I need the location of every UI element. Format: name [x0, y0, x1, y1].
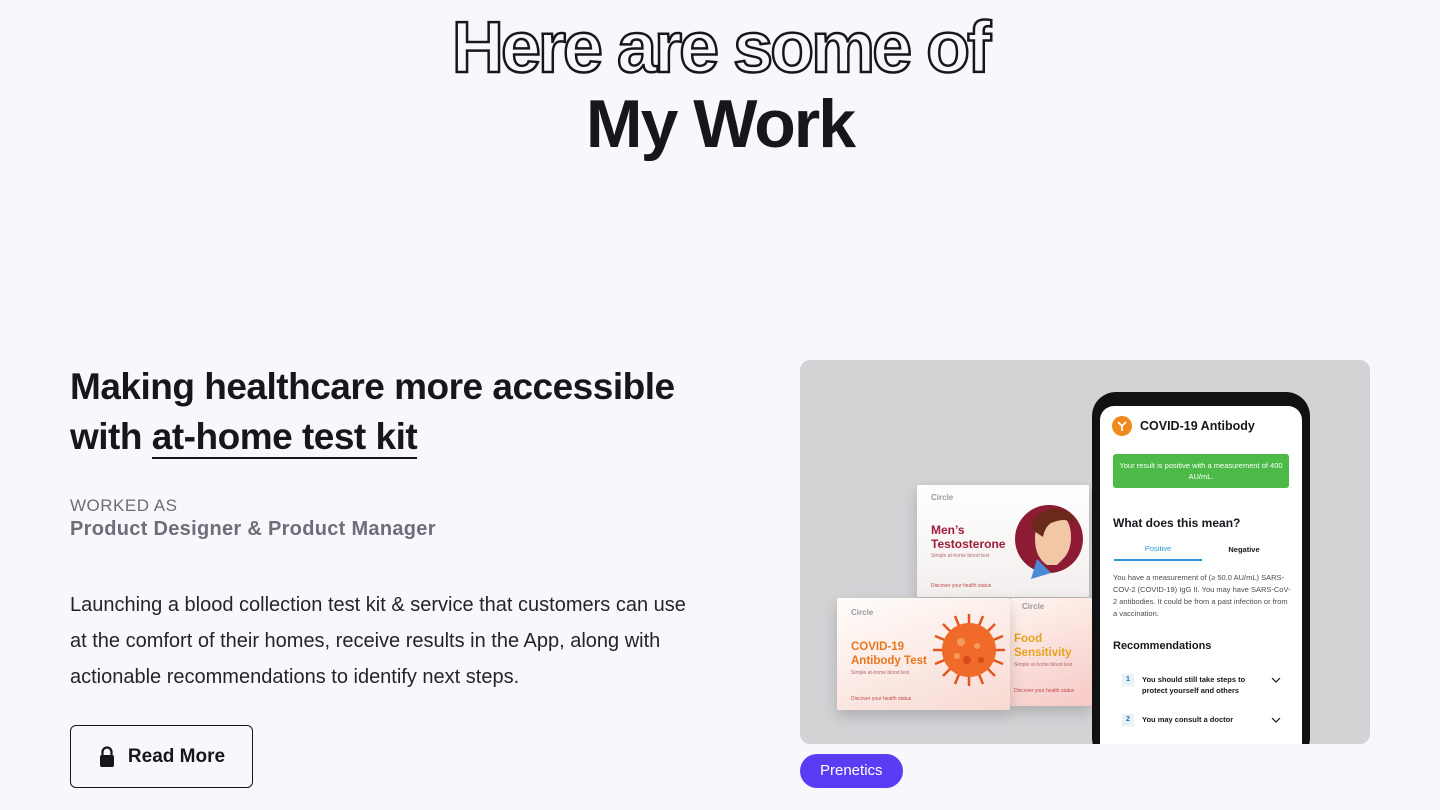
box-footer: Discover your health status: [851, 696, 912, 702]
box-brand: Circle: [931, 493, 954, 502]
recommendation-text: You may consult a doctor: [1142, 715, 1234, 724]
box-brand: Circle: [1022, 602, 1045, 611]
tab-positive[interactable]: Positive: [1114, 544, 1202, 561]
project-title: Making healthcare more accessible with a…: [70, 362, 730, 462]
section-title: My Work: [585, 86, 856, 162]
result-banner: Your result is positive with a measureme…: [1113, 454, 1289, 488]
app-title: COVID-19 Antibody: [1140, 419, 1255, 433]
virus-icon: [933, 614, 1005, 686]
box-brand: Circle: [851, 608, 874, 617]
box-title: Food Sensitivity: [1014, 633, 1072, 659]
phone-mockup: COVID-19 Antibody Your result is positiv…: [1092, 392, 1310, 744]
recommendations-heading: Recommendations: [1113, 640, 1212, 652]
man-avatar-icon: [1015, 505, 1083, 579]
chevron-down-icon: [1271, 717, 1281, 723]
box-subtitle: Simple at-home blood test: [1014, 662, 1073, 668]
recommendation-item[interactable]: 1 You should still take steps to protect…: [1122, 674, 1282, 696]
box-title: Men’s Testosterone: [931, 523, 1006, 551]
box-footer: Discover your health status: [931, 583, 992, 589]
testosterone-box: Circle Men’s Testosterone Simple at-home…: [917, 485, 1089, 597]
section-title-outline: Here are some of: [451, 8, 993, 88]
project-info: Making healthcare more accessible with a…: [70, 362, 730, 695]
covid-antibody-box: Circle COVID-19 Antibody Test Simple at-…: [837, 598, 1010, 710]
recommendation-number: 1: [1122, 674, 1134, 686]
read-more-button[interactable]: Read More: [70, 725, 253, 788]
read-more-label: Read More: [127, 745, 226, 767]
food-sensitivity-box: Circle Food Sensitivity Simple at-home b…: [1010, 598, 1092, 706]
tab-negative[interactable]: Negative: [1200, 545, 1288, 554]
box-subtitle: Simple at-home blood test: [851, 670, 910, 676]
chevron-down-icon: [1271, 677, 1281, 683]
box-subtitle: Simple at-home blood test: [931, 553, 990, 559]
recommendation-text: You should still take steps to protect y…: [1142, 675, 1246, 695]
recommendation-number: 2: [1122, 714, 1134, 726]
box-title: COVID-19 Antibody Test: [851, 641, 927, 667]
project-title-highlight: at-home test kit: [151, 416, 418, 459]
antibody-icon: [1112, 416, 1132, 436]
company-tag[interactable]: Prenetics: [800, 754, 903, 788]
app-header: COVID-19 Antibody: [1112, 416, 1255, 436]
question-heading: What does this mean?: [1113, 516, 1241, 530]
project-description: Launching a blood collection test kit & …: [70, 594, 686, 688]
recommendation-item[interactable]: 2 You may consult a doctor: [1122, 714, 1282, 726]
role-value: Product Designer & Product Manager: [70, 518, 436, 540]
role-caption: WORKED AS: [70, 496, 178, 515]
lock-icon: [99, 745, 114, 767]
app-screen: COVID-19 Antibody Your result is positiv…: [1100, 406, 1302, 744]
project-image[interactable]: Circle Men’s Testosterone Simple at-home…: [800, 360, 1370, 744]
box-footer: Discover your health status: [1014, 688, 1075, 694]
result-explanation: You have a measurement of (≥ 50.0 AU/mL)…: [1113, 573, 1291, 618]
